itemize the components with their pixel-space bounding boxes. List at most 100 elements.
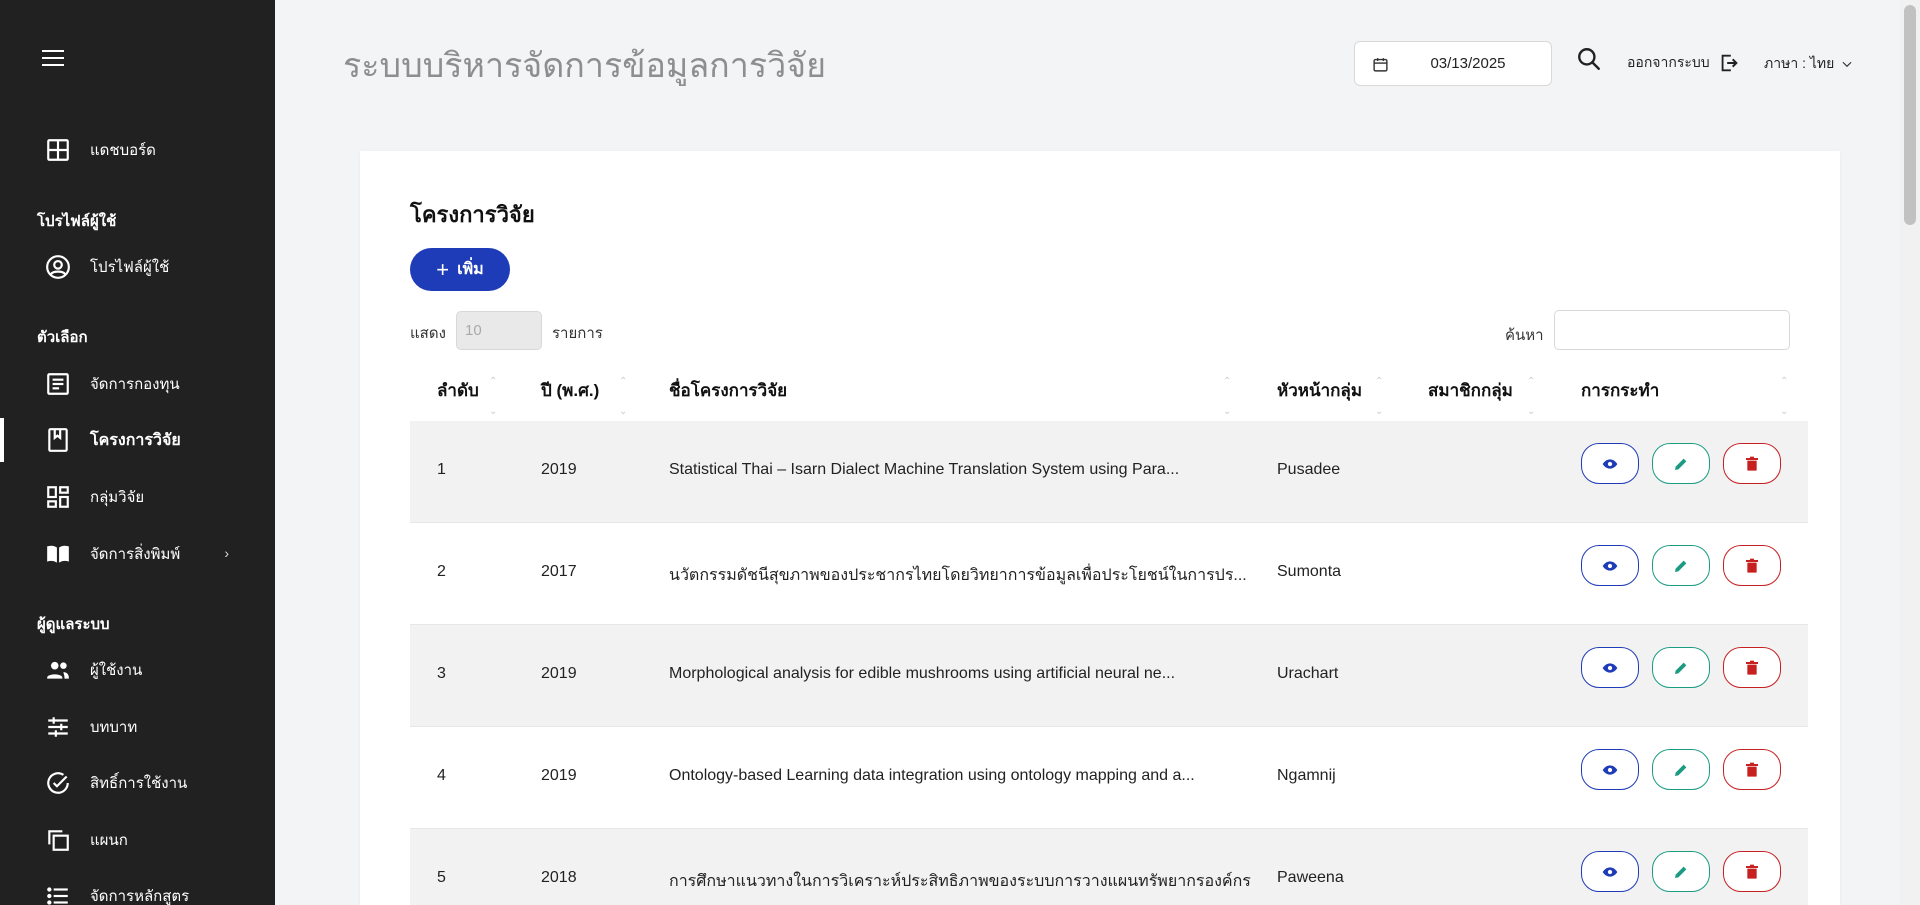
eye-icon bbox=[1602, 560, 1618, 571]
cell-year: 2019 bbox=[541, 461, 577, 478]
delete-button[interactable] bbox=[1723, 851, 1781, 892]
table-header: ลำดับ ⌃ ⌄ ปี (พ.ศ.) ⌃ ⌄ ชื่อโครงการวิจัย ⌃… bbox=[410, 361, 1808, 421]
sidebar-item-permissions[interactable]: สิทธิ์การใช้งาน bbox=[0, 761, 275, 805]
column-header-leader[interactable]: หัวหน้ากลุ่ม bbox=[1277, 377, 1362, 404]
column-header-members[interactable]: สมาชิกกลุ่ม bbox=[1428, 377, 1513, 404]
hamburger-menu-icon[interactable] bbox=[42, 50, 66, 68]
table-search-input[interactable] bbox=[1554, 310, 1790, 350]
edit-button[interactable] bbox=[1652, 443, 1710, 484]
pencil-icon bbox=[1675, 560, 1687, 572]
sidebar-section-profile: โปรไฟล์ผู้ใช้ bbox=[37, 213, 117, 230]
plus-icon: + bbox=[436, 256, 450, 282]
trash-icon bbox=[1746, 762, 1758, 777]
table-row: 3 2019 Morphological analysis for edible… bbox=[410, 625, 1808, 727]
sidebar-item-label: โปรไฟล์ผู้ใช้ bbox=[90, 259, 170, 276]
sidebar-item-funds[interactable]: จัดการกองทุน bbox=[0, 362, 275, 406]
sidebar-item-dashboard[interactable]: แดชบอร์ด bbox=[0, 128, 275, 172]
trash-icon bbox=[1746, 456, 1758, 471]
sidebar-item-label: จัดการหลักสูตร bbox=[90, 888, 190, 905]
sidebar-item-users[interactable]: ผู้ใช้งาน bbox=[0, 648, 275, 692]
pencil-icon bbox=[1675, 662, 1687, 674]
chevron-down-icon bbox=[1842, 61, 1852, 68]
cell-project-name: การศึกษาแนวทางในการวิเคราะห์ประสิทธิภาพข… bbox=[669, 873, 1251, 890]
sidebar-item-groups[interactable]: กลุ่มวิจัย bbox=[0, 475, 275, 519]
users-group-icon bbox=[44, 656, 72, 684]
cell-project-name: Ontology-based Learning data integration… bbox=[669, 767, 1195, 784]
logout-button[interactable]: ออกจากระบบ bbox=[1627, 52, 1740, 74]
column-header-name[interactable]: ชื่อโครงการวิจัย bbox=[669, 377, 787, 404]
delete-button[interactable] bbox=[1723, 545, 1781, 586]
cell-leader: Ngamnij bbox=[1277, 767, 1336, 784]
trash-icon bbox=[1746, 864, 1758, 879]
cell-no: 5 bbox=[437, 869, 446, 886]
view-button[interactable] bbox=[1581, 443, 1639, 484]
view-button[interactable] bbox=[1581, 545, 1639, 586]
sort-icon[interactable]: ⌃ ⌄ bbox=[1223, 367, 1231, 427]
edit-button[interactable] bbox=[1652, 647, 1710, 688]
pencil-icon bbox=[1675, 764, 1687, 776]
edit-button[interactable] bbox=[1652, 749, 1710, 790]
cell-leader: Paweena bbox=[1277, 869, 1344, 886]
sidebar-section-admin: ผู้ดูแลระบบ bbox=[37, 616, 110, 633]
delete-button[interactable] bbox=[1723, 443, 1781, 484]
add-project-button[interactable]: + เพิ่ม bbox=[410, 248, 510, 291]
sidebar-item-roles[interactable]: บทบาท bbox=[0, 705, 275, 749]
sidebar-item-projects[interactable]: โครงการวิจัย bbox=[0, 418, 275, 462]
check-circle-icon bbox=[44, 769, 72, 797]
add-button-label: เพิ่ม bbox=[457, 261, 484, 278]
sidebar-item-label: แผนก bbox=[90, 832, 128, 849]
sidebar-item-departments[interactable]: แผนก bbox=[0, 818, 275, 862]
sidebar-item-publications[interactable]: จัดการสิ่งพิมพ์ › bbox=[0, 532, 275, 576]
sidebar-item-label: ผู้ใช้งาน bbox=[90, 662, 143, 679]
sidebar-item-label: จัดการกองทุน bbox=[90, 376, 180, 393]
sort-icon[interactable]: ⌃ ⌄ bbox=[489, 367, 497, 427]
column-header-no[interactable]: ลำดับ bbox=[437, 377, 479, 404]
view-button[interactable] bbox=[1581, 647, 1639, 688]
sidebar-item-label: สิทธิ์การใช้งาน bbox=[90, 775, 188, 792]
page-scrollbar[interactable] bbox=[1900, 0, 1920, 905]
cell-leader: Urachart bbox=[1277, 665, 1339, 682]
document-list-icon bbox=[44, 370, 72, 398]
page-size-input[interactable]: 10 bbox=[456, 311, 542, 350]
user-circle-icon bbox=[44, 253, 72, 281]
chevron-right-icon: › bbox=[224, 545, 229, 561]
view-button[interactable] bbox=[1581, 749, 1639, 790]
sidebar-item-label: บทบาท bbox=[90, 719, 138, 736]
edit-button[interactable] bbox=[1652, 851, 1710, 892]
sidebar: แดชบอร์ด โปรไฟล์ผู้ใช้ โปรไฟล์ผู้ใช้ ตัว… bbox=[0, 0, 275, 905]
delete-button[interactable] bbox=[1723, 749, 1781, 790]
sidebar-item-profile[interactable]: โปรไฟล์ผู้ใช้ bbox=[0, 245, 275, 289]
page-title: โครงการวิจัย bbox=[410, 202, 535, 227]
cell-project-name: Morphological analysis for edible mushro… bbox=[669, 665, 1176, 682]
sidebar-item-label: จัดการสิ่งพิมพ์ bbox=[90, 546, 181, 563]
copy-layers-icon bbox=[44, 826, 72, 854]
logout-icon bbox=[1721, 54, 1738, 72]
column-header-year[interactable]: ปี (พ.ศ.) bbox=[541, 377, 599, 404]
table-row: 5 2018 การศึกษาแนวทางในการวิเคราะห์ประสิ… bbox=[410, 829, 1808, 905]
sort-icon[interactable]: ⌃ ⌄ bbox=[1375, 367, 1383, 427]
scrollbar-thumb[interactable] bbox=[1904, 5, 1916, 225]
sort-icon[interactable]: ⌃ ⌄ bbox=[1527, 367, 1535, 427]
cell-project-name: นวัตกรรมดัชนีสุขภาพของประชากรไทยโดยวิทยา… bbox=[669, 567, 1247, 584]
sort-icon[interactable]: ⌃ ⌄ bbox=[1780, 367, 1788, 427]
calendar-icon bbox=[1373, 58, 1388, 72]
view-button[interactable] bbox=[1581, 851, 1639, 892]
edit-button[interactable] bbox=[1652, 545, 1710, 586]
sort-icon[interactable]: ⌃ ⌄ bbox=[619, 367, 627, 427]
eye-icon bbox=[1602, 764, 1618, 775]
eye-icon bbox=[1602, 458, 1618, 469]
date-picker[interactable]: 03/13/2025 bbox=[1354, 41, 1552, 86]
cell-no: 1 bbox=[437, 461, 446, 478]
cell-year: 2019 bbox=[541, 665, 577, 682]
eye-icon bbox=[1602, 662, 1618, 673]
sidebar-item-curriculum[interactable]: จัดการหลักสูตร bbox=[0, 874, 275, 905]
delete-button[interactable] bbox=[1723, 647, 1781, 688]
language-label: ภาษา : ไทย bbox=[1764, 55, 1835, 71]
search-icon[interactable] bbox=[1576, 46, 1602, 72]
bookmark-book-icon bbox=[44, 426, 72, 454]
trash-icon bbox=[1746, 660, 1758, 675]
logout-label: ออกจากระบบ bbox=[1627, 54, 1710, 70]
language-selector[interactable]: ภาษา : ไทย bbox=[1764, 53, 1854, 75]
table-row: 4 2019 Ontology-based Learning data inte… bbox=[410, 727, 1808, 829]
list-icon bbox=[44, 882, 72, 905]
